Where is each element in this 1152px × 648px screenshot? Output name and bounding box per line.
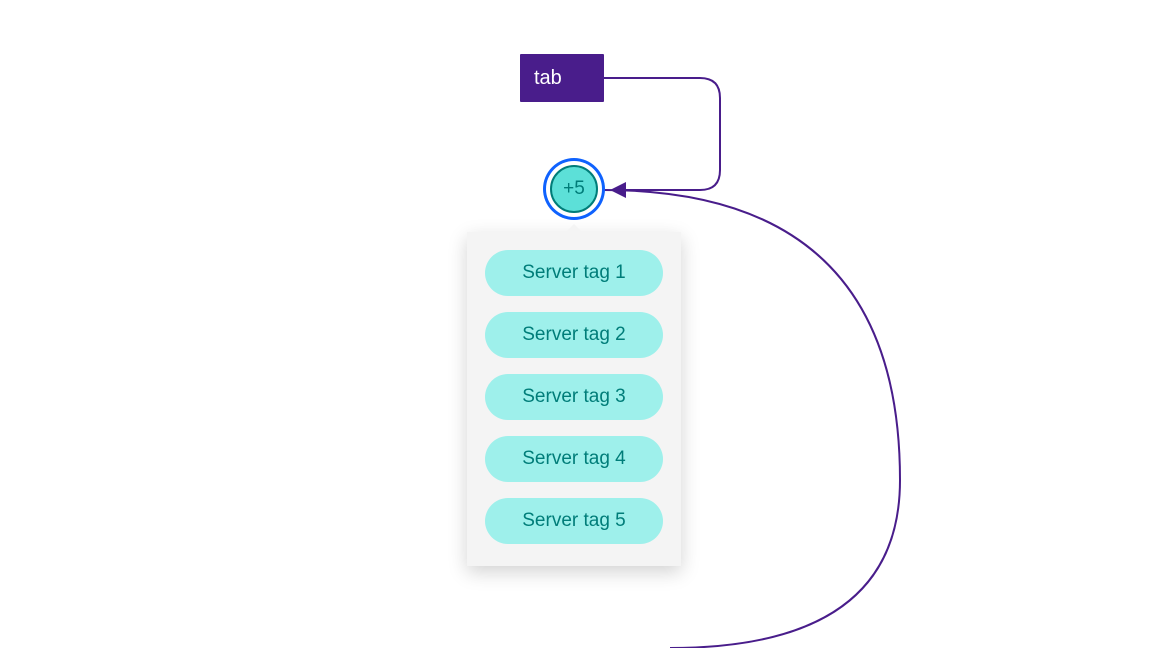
diagram-stage: tab +5 Server tag 1 Server tag 2 Server …	[0, 0, 1152, 648]
server-tag[interactable]: Server tag 4	[485, 436, 663, 482]
server-tag-label: Server tag 2	[522, 324, 626, 345]
server-tag[interactable]: Server tag 3	[485, 374, 663, 420]
tab-key: tab	[520, 54, 604, 102]
server-tag[interactable]: Server tag 5	[485, 498, 663, 544]
tab-key-label: tab	[534, 67, 562, 90]
server-tag-label: Server tag 4	[522, 448, 626, 469]
server-tag-label: Server tag 1	[522, 262, 626, 283]
overflow-count-label: +5	[563, 178, 585, 200]
server-tag[interactable]: Server tag 2	[485, 312, 663, 358]
server-tag-label: Server tag 3	[522, 386, 626, 407]
tag-overflow-popover: Server tag 1 Server tag 2 Server tag 3 S…	[467, 232, 681, 566]
connector-tab-to-badge	[604, 78, 720, 190]
server-tag[interactable]: Server tag 1	[485, 250, 663, 296]
overflow-count-badge[interactable]: +5	[550, 165, 598, 213]
server-tag-label: Server tag 5	[522, 510, 626, 531]
